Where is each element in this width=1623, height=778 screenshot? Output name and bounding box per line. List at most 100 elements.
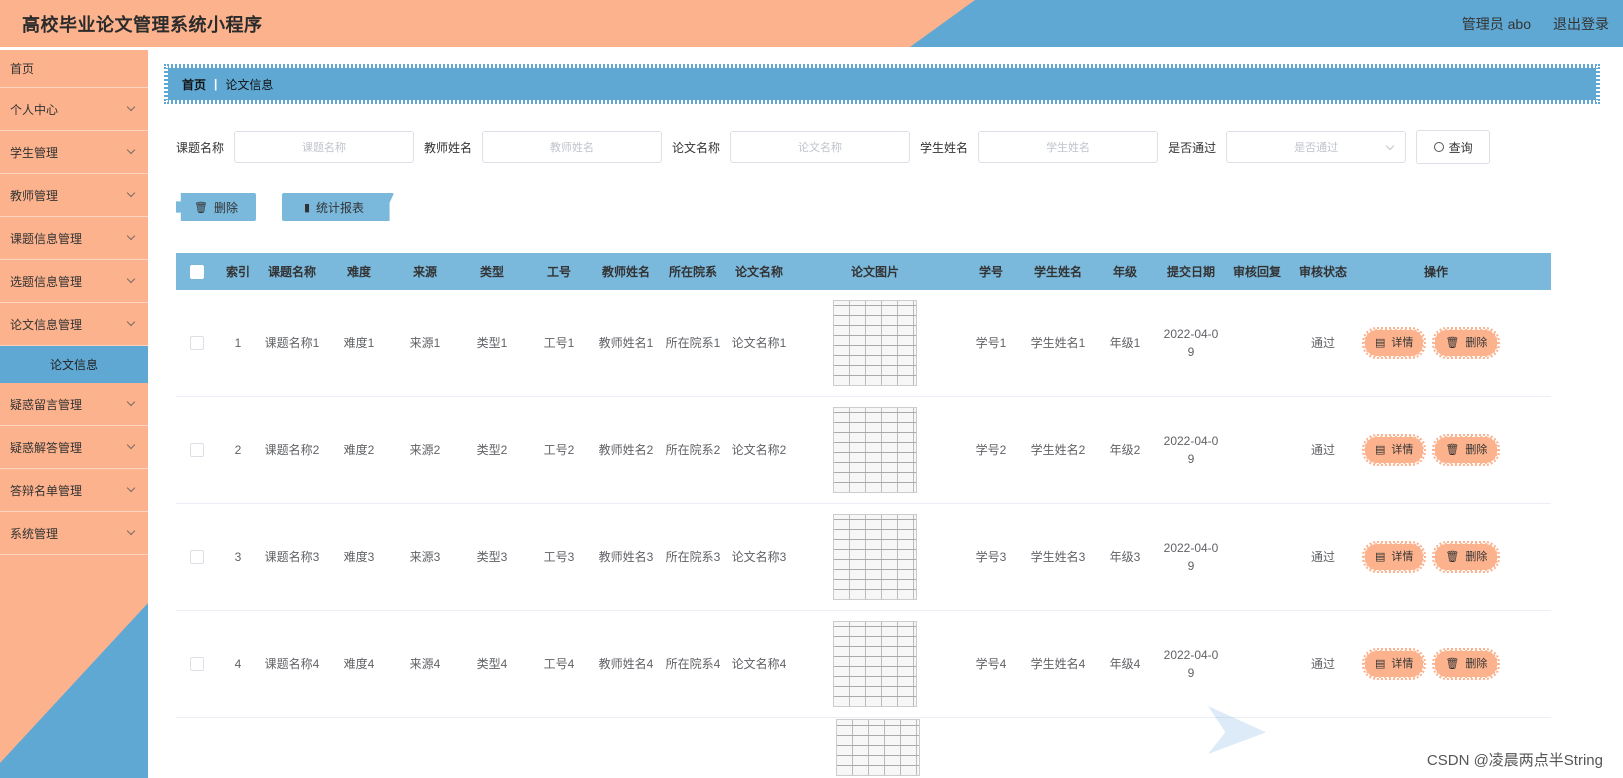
sidebar-item[interactable]: 论文信息管理 bbox=[0, 303, 148, 346]
table-cell: 学生姓名2 bbox=[1024, 441, 1092, 459]
table-cell: 所在院系3 bbox=[660, 548, 726, 566]
table-cell: 通过 bbox=[1290, 441, 1356, 459]
table-cell: 类型1 bbox=[458, 334, 526, 352]
table-row-partial bbox=[176, 715, 1551, 778]
table-cell: 难度1 bbox=[326, 334, 392, 352]
table-cell: 2022-04-09 bbox=[1158, 646, 1224, 682]
sidebar-item[interactable]: 疑惑解答管理 bbox=[0, 426, 148, 469]
paper-input[interactable]: 论文名称 bbox=[730, 131, 911, 163]
detail-button[interactable]: ▤ 详情 bbox=[1361, 541, 1427, 573]
paper-image-cell bbox=[792, 407, 958, 493]
student-input[interactable]: 学生姓名 bbox=[978, 131, 1159, 163]
table-cell: 教师姓名3 bbox=[592, 548, 660, 566]
cell-type: 类型3 bbox=[476, 550, 508, 564]
trash-icon: 🗑 bbox=[1445, 551, 1460, 563]
cell-date: 2022-04-09 bbox=[1163, 327, 1219, 359]
table-cell: 难度2 bbox=[326, 441, 392, 459]
paper-image-cell bbox=[792, 300, 958, 386]
sidebar-item[interactable]: 首页 bbox=[0, 50, 148, 88]
row-actions: ▤ 详情 🗑 删除 bbox=[1356, 434, 1516, 466]
sidebar-decoration bbox=[0, 603, 148, 778]
sidebar-item-label: 疑惑留言管理 bbox=[10, 397, 83, 412]
cell-grade: 年级4 bbox=[1109, 657, 1141, 671]
column-header: 工号 bbox=[546, 265, 571, 279]
search-icon bbox=[1433, 142, 1444, 152]
cell-work-id: 工号3 bbox=[543, 550, 575, 564]
table-cell: 论文名称4 bbox=[726, 655, 792, 673]
breadcrumb-home[interactable]: 首页 bbox=[182, 76, 206, 93]
header-user-area: 管理员 abo 退出登录 bbox=[1462, 14, 1609, 34]
logout-link[interactable]: 退出登录 bbox=[1553, 14, 1609, 34]
trash-icon: 🗑 bbox=[1445, 658, 1460, 670]
pass-select[interactable]: 是否通过 bbox=[1226, 131, 1407, 163]
trash-icon: 🗑 bbox=[1445, 337, 1460, 349]
table-cell: 学号2 bbox=[958, 441, 1024, 459]
sidebar-item[interactable]: 系统管理 bbox=[0, 512, 148, 555]
delete-button[interactable]: 🗑 删除 bbox=[1432, 648, 1501, 680]
report-label: 统计报表 bbox=[316, 200, 365, 215]
cell-work-id: 工号2 bbox=[543, 443, 575, 457]
table-cell: 年级3 bbox=[1092, 548, 1158, 566]
detail-button[interactable]: ▤ 详情 bbox=[1361, 648, 1427, 680]
search-bar: 课题名称 课题名称 教师姓名 教师姓名 论文名称 论文名称 学生姓名 学生姓名 … bbox=[176, 130, 1491, 164]
cell-status: 通过 bbox=[1310, 443, 1335, 457]
table-cell: 年级4 bbox=[1092, 655, 1158, 673]
column-header: 学号 bbox=[978, 265, 1003, 279]
cell-dept: 所在院系4 bbox=[665, 657, 721, 671]
sidebar-item[interactable]: 个人中心 bbox=[0, 88, 148, 131]
row-checkbox[interactable] bbox=[190, 550, 204, 564]
cell-source: 来源4 bbox=[409, 657, 441, 671]
batch-delete-button[interactable]: 🗑 删除 bbox=[176, 193, 256, 221]
chevron-down-icon bbox=[126, 483, 136, 493]
sidebar-subitem-paper-info[interactable]: 论文信息 bbox=[0, 346, 148, 383]
table-cell: 学生姓名3 bbox=[1024, 548, 1092, 566]
report-button[interactable]: ▮ 统计报表 bbox=[281, 193, 395, 221]
cell-source: 来源3 bbox=[409, 550, 441, 564]
sidebar-item[interactable]: 教师管理 bbox=[0, 174, 148, 217]
detail-button[interactable]: ▤ 详情 bbox=[1361, 327, 1427, 359]
table-cell: 通过 bbox=[1290, 655, 1356, 673]
delete-button[interactable]: 🗑 删除 bbox=[1432, 327, 1501, 359]
table-cell: 学生姓名1 bbox=[1024, 334, 1092, 352]
row-checkbox[interactable] bbox=[190, 657, 204, 671]
row-select-cell bbox=[176, 336, 218, 350]
row-actions: ▤ 详情 🗑 删除 bbox=[1356, 648, 1516, 680]
table-row: 3 课题名称3 难度3 来源3 类型3 工号3 教师姓名3 所在院系3 论文名称3 学号3 学生姓名… bbox=[176, 504, 1551, 611]
current-user[interactable]: 管理员 abo bbox=[1462, 14, 1531, 34]
sidebar-item[interactable]: 选题信息管理 bbox=[0, 260, 148, 303]
query-button[interactable]: 查询 bbox=[1416, 130, 1491, 164]
sidebar-item[interactable]: 答辩名单管理 bbox=[0, 469, 148, 512]
select-all-checkbox[interactable] bbox=[190, 264, 204, 279]
teacher-input[interactable]: 教师姓名 bbox=[482, 131, 663, 163]
table-cell: 所在院系4 bbox=[660, 655, 726, 673]
delete-button[interactable]: 🗑 删除 bbox=[1432, 434, 1501, 466]
table-cell: 类型3 bbox=[458, 548, 526, 566]
cell-topic: 课题名称3 bbox=[264, 550, 320, 564]
trash-icon: 🗑 bbox=[194, 201, 208, 214]
table-cell: 教师姓名4 bbox=[592, 655, 660, 673]
document-icon: ▤ bbox=[1375, 658, 1386, 670]
cell-index: 4 bbox=[234, 657, 242, 671]
delete-button[interactable]: 🗑 删除 bbox=[1432, 541, 1501, 573]
sidebar-item[interactable]: 学生管理 bbox=[0, 131, 148, 174]
sidebar-item[interactable]: 疑惑留言管理 bbox=[0, 383, 148, 426]
paper-image bbox=[833, 621, 917, 707]
cell-date: 2022-04-09 bbox=[1163, 541, 1219, 573]
cell-dept: 所在院系1 bbox=[665, 336, 721, 350]
table-cell: 工号2 bbox=[526, 441, 592, 459]
row-checkbox[interactable] bbox=[190, 443, 204, 457]
table-cell: 通过 bbox=[1290, 334, 1356, 352]
sidebar-item[interactable]: 课题信息管理 bbox=[0, 217, 148, 260]
detail-button[interactable]: ▤ 详情 bbox=[1361, 434, 1427, 466]
sidebar-menu: 首页 个人中心 学生管理 教师管理 课题信息管理 选题信息管理 论文信息管理 论文信息疑惑留言… bbox=[0, 50, 148, 555]
column-header: 论文图片 bbox=[850, 265, 899, 279]
column-header: 难度 bbox=[346, 265, 371, 279]
row-checkbox[interactable] bbox=[190, 336, 204, 350]
action-bar: 🗑 删除 ▮ 统计报表 bbox=[176, 193, 420, 221]
cell-teacher: 教师姓名2 bbox=[598, 443, 654, 457]
topic-input[interactable]: 课题名称 bbox=[234, 131, 415, 163]
cell-teacher: 教师姓名1 bbox=[598, 336, 654, 350]
table-cell: 学号1 bbox=[958, 334, 1024, 352]
chevron-down-icon bbox=[126, 188, 136, 198]
cell-status: 通过 bbox=[1310, 657, 1335, 671]
